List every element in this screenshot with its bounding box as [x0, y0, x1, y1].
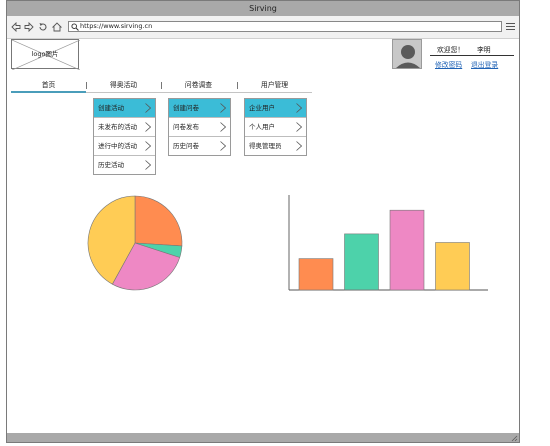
browser-window: Sirving https://www.sirving.cn logo图片 欢迎… [6, 0, 520, 443]
resize-grip-icon[interactable] [510, 434, 518, 442]
bar [298, 258, 334, 291]
pie-slice [134, 195, 183, 247]
bar [435, 242, 470, 291]
bar [389, 209, 425, 291]
status-bar [7, 433, 519, 442]
bar [344, 233, 379, 291]
charts-canvas [87, 195, 488, 291]
